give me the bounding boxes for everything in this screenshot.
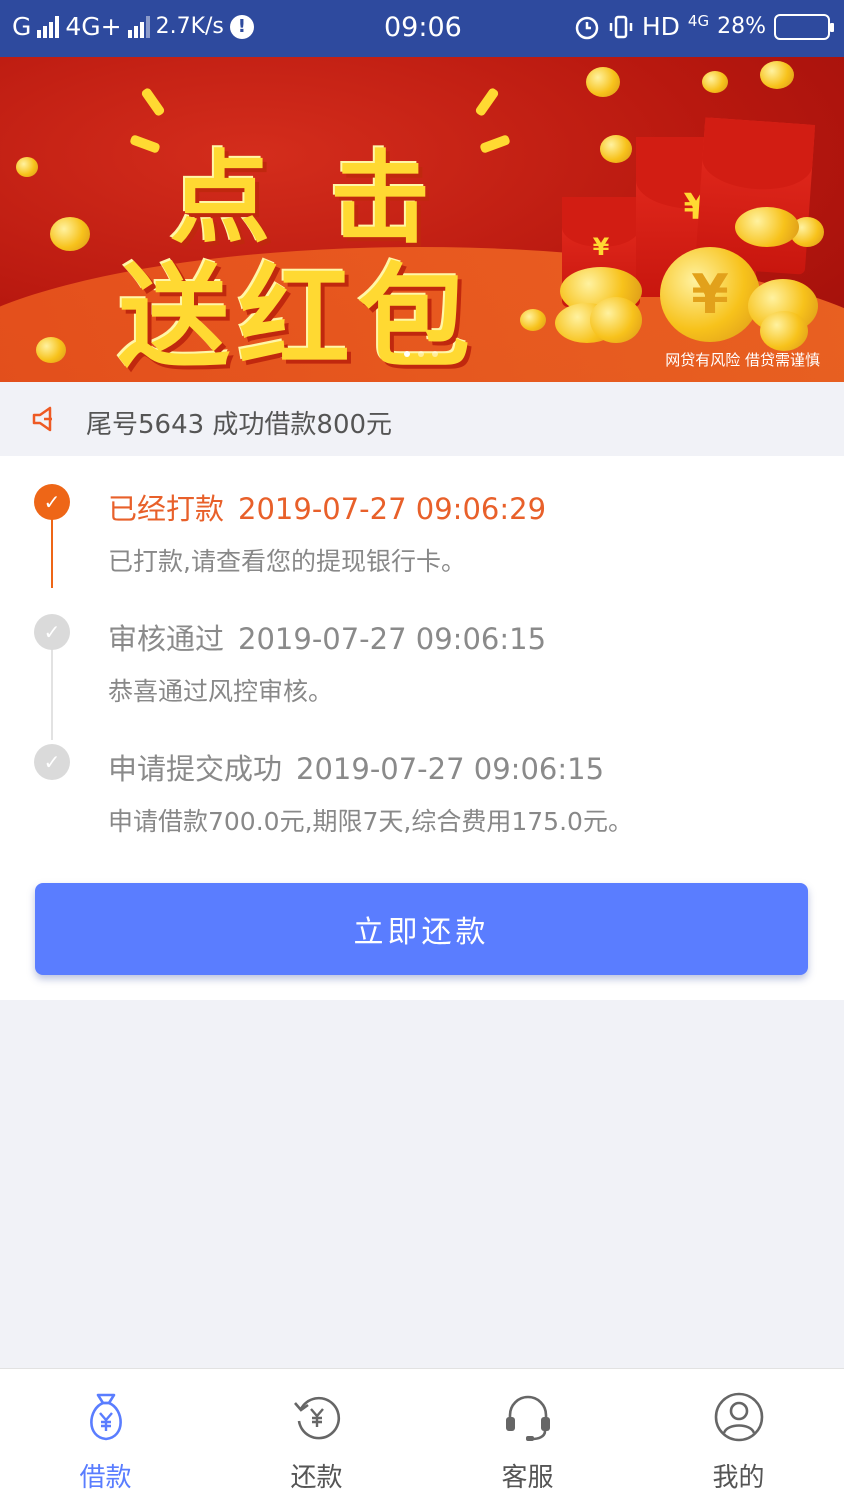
bottom-nav: 借款 还款 客服 我的 [0, 1368, 844, 1500]
step-title: 已经打款 2019-07-27 09:06:29 [108, 486, 546, 528]
page-dot[interactable] [418, 351, 424, 357]
nav-label: 我的 [712, 1463, 765, 1493]
coin-icon [590, 297, 642, 343]
sparkle-icon [474, 86, 500, 118]
coin-icon [600, 135, 632, 163]
user-profile-icon [714, 1392, 763, 1442]
sparkle-icon [129, 134, 161, 154]
clock: 09:06 [384, 12, 462, 43]
step-timestamp: 2019-07-27 09:06:15 [238, 622, 547, 656]
carrier-label: G [12, 12, 32, 41]
page-dot[interactable] [432, 351, 438, 357]
signal-icon [37, 15, 60, 38]
nav-item-repay[interactable]: 还款 [211, 1369, 422, 1500]
timeline-line [51, 518, 53, 588]
step-status: 申请提交成功 [108, 752, 283, 786]
risk-warning: 网贷有风险 借贷需谨慎 [665, 351, 820, 369]
step-title: 申请提交成功 2019-07-27 09:06:15 [108, 746, 604, 788]
alert-icon: ! [229, 14, 254, 39]
step-description: 恭喜通过风控审核。 [108, 677, 334, 706]
coin-icon [760, 61, 794, 89]
coin-icon [50, 217, 90, 251]
notice-bar: 尾号5643 成功借款800元 [0, 382, 844, 456]
banner-pagination [404, 351, 438, 357]
nav-item-support[interactable]: 客服 [422, 1369, 633, 1500]
check-icon: ✓ [34, 484, 70, 520]
money-bag-icon [89, 1393, 122, 1441]
notice-text: 尾号5643 成功借款800元 [86, 410, 393, 440]
battery-percent: 28% [717, 14, 766, 39]
coin-icon [735, 207, 799, 247]
step-timestamp: 2019-07-27 09:06:29 [238, 492, 547, 526]
coin-icon [760, 311, 808, 351]
coin-icon [16, 157, 38, 177]
step-status: 已经打款 [108, 492, 225, 526]
nav-label: 客服 [501, 1463, 554, 1493]
status-right: HD 4G 28% [574, 12, 834, 41]
lte-label: 4G [687, 12, 710, 30]
step-timestamp: 2019-07-27 09:06:15 [296, 752, 605, 786]
nav-item-profile[interactable]: 我的 [633, 1369, 844, 1500]
repay-now-button[interactable]: 立即还款 [35, 883, 808, 975]
step-status: 审核通过 [108, 622, 225, 656]
coin-icon: ¥ [660, 247, 760, 342]
coin-icon [520, 309, 546, 331]
nav-label: 借款 [79, 1463, 132, 1493]
sparkle-icon [140, 86, 166, 118]
headset-icon [505, 1395, 550, 1441]
signal-icon-2 [127, 15, 150, 38]
check-icon: ✓ [34, 744, 70, 780]
step-title: 审核通过 2019-07-27 09:06:15 [108, 616, 546, 658]
banner-title-line2: 送红包 [118, 253, 478, 382]
vibrate-icon [609, 15, 633, 38]
timeline-line [51, 648, 53, 740]
check-icon: ✓ [34, 614, 70, 650]
step-description: 已打款,请查看您的提现银行卡。 [108, 547, 466, 576]
hd-label: HD [641, 12, 680, 41]
nav-item-borrow[interactable]: 借款 [0, 1369, 211, 1500]
page-dot[interactable] [404, 351, 410, 357]
speaker-icon [32, 406, 52, 432]
coin-icon [702, 71, 728, 93]
status-bar: G 4G+ 2.7K/s ! 09:06 HD 4G 28% [0, 0, 844, 57]
envelope-yen: ¥ [592, 233, 610, 261]
repay-cycle-icon [293, 1396, 340, 1440]
network-label: 4G+ [65, 12, 122, 41]
coin-icon [36, 337, 66, 363]
coin-icon [586, 67, 620, 97]
promo-banner[interactable]: 点击 送红包 ¥ ¥ ¥ 网贷有风险 借贷需谨慎 [0, 57, 844, 382]
nav-label: 还款 [290, 1463, 343, 1493]
alarm-icon [575, 16, 599, 39]
loan-status-card: ✓ 已经打款 2019-07-27 09:06:29 已打款,请查看您的提现银行卡… [0, 456, 844, 1000]
status-left: G 4G+ 2.7K/s ! [12, 12, 254, 41]
network-speed: 2.7K/s [155, 14, 224, 39]
step-description: 申请借款700.0元,期限7天,综合费用175.0元。 [108, 807, 633, 836]
battery-icon [774, 13, 834, 40]
